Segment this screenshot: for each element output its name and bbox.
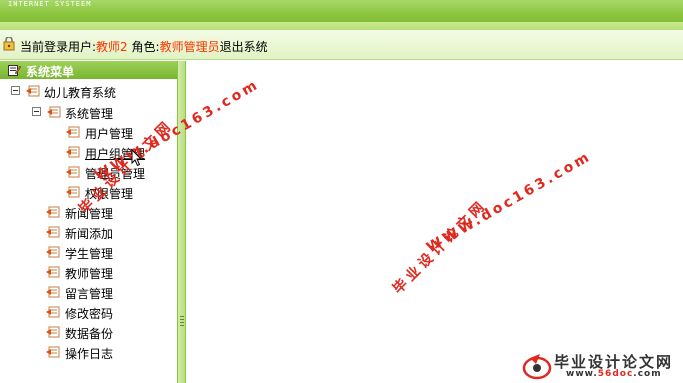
menu-item-label: 留言管理 [65, 287, 114, 301]
menu-item-label: 用户管理 [85, 127, 134, 141]
top-banner: INTERNET SYSTEEM [0, 0, 683, 30]
banner-title: INTERNET SYSTEEM [8, 0, 92, 8]
logo-watermark: 毕业设计论文网 www.56doc.com [520, 348, 683, 383]
tree-system-group-label: 系统管理 [65, 107, 114, 121]
menu-item-label: 数据备份 [65, 327, 114, 341]
logo-url-suffix: .com [633, 369, 662, 379]
menu-item-student-management[interactable]: 学生管理 [0, 244, 170, 261]
menu-item-change-password[interactable]: 修改密码 [0, 304, 170, 321]
menu-item-data-backup[interactable]: 数据备份 [0, 324, 170, 341]
banner-shine [0, 22, 683, 30]
menu-item-label: 学生管理 [65, 247, 114, 261]
role-label: 角色: [131, 40, 160, 54]
folder-arrow-icon [26, 85, 40, 97]
user-info-line: 当前登录用户:教师2 角色:教师管理员退出系统 [20, 38, 268, 55]
menu-title: 系统菜单 [26, 65, 75, 79]
menu-item-news-add[interactable]: 新闻添加 [0, 224, 170, 241]
page-arrow-icon [46, 226, 60, 238]
page-arrow-icon [46, 266, 60, 278]
current-user-label: 当前登录用户: [20, 40, 97, 54]
page-arrow-icon [46, 246, 60, 258]
page-arrow-icon [46, 206, 60, 218]
role-value: 教师管理员 [159, 40, 220, 54]
page-arrow-icon [66, 146, 80, 158]
collapse-icon[interactable] [11, 86, 20, 95]
left-menu-panel: 系统菜单 幼儿教育系统 系统管理 用户管理 用户组管理 管理员管理 权限管理 新… [0, 61, 178, 383]
tree-root[interactable]: 幼儿教育系统 [0, 83, 170, 100]
tree-root-label: 幼儿教育系统 [44, 86, 117, 100]
menu-header: 系统菜单 [0, 61, 177, 79]
current-user-value: 教师2 [96, 40, 128, 54]
page-arrow-icon [46, 306, 60, 318]
menu-item-operation-log[interactable]: 操作日志 [0, 344, 170, 361]
logout-link[interactable]: 退出系统 [220, 40, 268, 54]
logo-url: www.56doc.com [566, 369, 662, 379]
collapse-icon[interactable] [32, 107, 41, 116]
page-arrow-icon [66, 126, 80, 138]
logo-url-brand: 56doc [597, 369, 634, 379]
page-arrow-icon [66, 186, 80, 198]
logo-mark-icon [522, 354, 552, 380]
logo-url-prefix: www. [566, 369, 598, 379]
menu-item-label: 教师管理 [65, 267, 114, 281]
page-arrow-icon [46, 326, 60, 338]
splitter-grip-icon[interactable] [180, 316, 184, 330]
page-arrow-icon [46, 286, 60, 298]
user-info-bar: 当前登录用户:教师2 角色:教师管理员退出系统 [0, 30, 683, 60]
menu-item-admin-management[interactable]: 管理员管理 [0, 164, 170, 181]
tree-system-group[interactable]: 系统管理 [0, 104, 170, 121]
menu-edit-icon [8, 65, 21, 76]
panel-splitter[interactable] [178, 61, 186, 383]
page-arrow-icon [66, 166, 80, 178]
menu-item-label: 操作日志 [65, 347, 114, 361]
menu-item-label: 新闻添加 [65, 227, 114, 241]
main-content-area [187, 61, 683, 383]
mouse-cursor-icon [131, 149, 143, 167]
page-arrow-icon [46, 346, 60, 358]
menu-item-label: 修改密码 [65, 307, 114, 321]
user-lock-icon [3, 37, 15, 51]
app-window: INTERNET SYSTEEM 当前登录用户:教师2 角色:教师管理员退出系统… [0, 0, 683, 383]
folder-arrow-icon [47, 106, 61, 118]
menu-item-teacher-management[interactable]: 教师管理 [0, 264, 170, 281]
menu-item-message-management[interactable]: 留言管理 [0, 284, 170, 301]
